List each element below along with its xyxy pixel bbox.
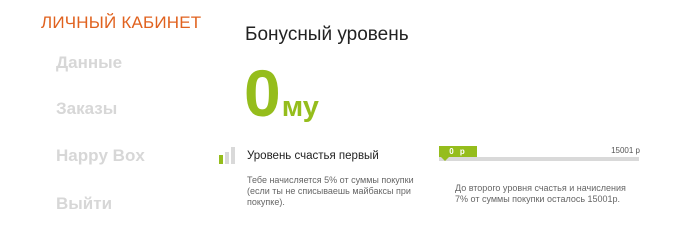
nav-title: ЛИЧНЫЙ КАБИНЕТ	[41, 13, 202, 32]
progress-max-label: 15001 р	[611, 146, 640, 155]
level-progress-track	[439, 157, 639, 161]
happiness-level-name: Уровень счастья первый	[247, 150, 379, 162]
next-level-description: До второго уровня счастья и начисления 7…	[455, 183, 626, 204]
signal-bar-1	[219, 155, 223, 164]
nav-item-happy-box[interactable]: Happy Box	[56, 146, 145, 166]
nav-item-orders[interactable]: Заказы	[56, 99, 117, 119]
nav-item-data[interactable]: Данные	[56, 53, 122, 73]
page-title: Бонусный уровень	[245, 24, 409, 45]
personal-account-page: ЛИЧНЫЙ КАБИНЕТ Данные Заказы Happy Box В…	[0, 0, 680, 250]
nav-item-logout[interactable]: Выйти	[56, 194, 112, 214]
bonus-balance-value: 0	[244, 56, 281, 130]
bonus-balance: 0му	[244, 60, 319, 126]
signal-bar-3	[231, 147, 235, 164]
happiness-level-description: Тебе начисляется 5% от суммы покупки (ес…	[247, 175, 414, 207]
signal-bars-icon	[219, 147, 239, 164]
signal-bar-2	[225, 152, 229, 164]
bonus-currency-symbol: му	[281, 91, 319, 123]
progress-current-badge: 0 р	[439, 146, 477, 161]
